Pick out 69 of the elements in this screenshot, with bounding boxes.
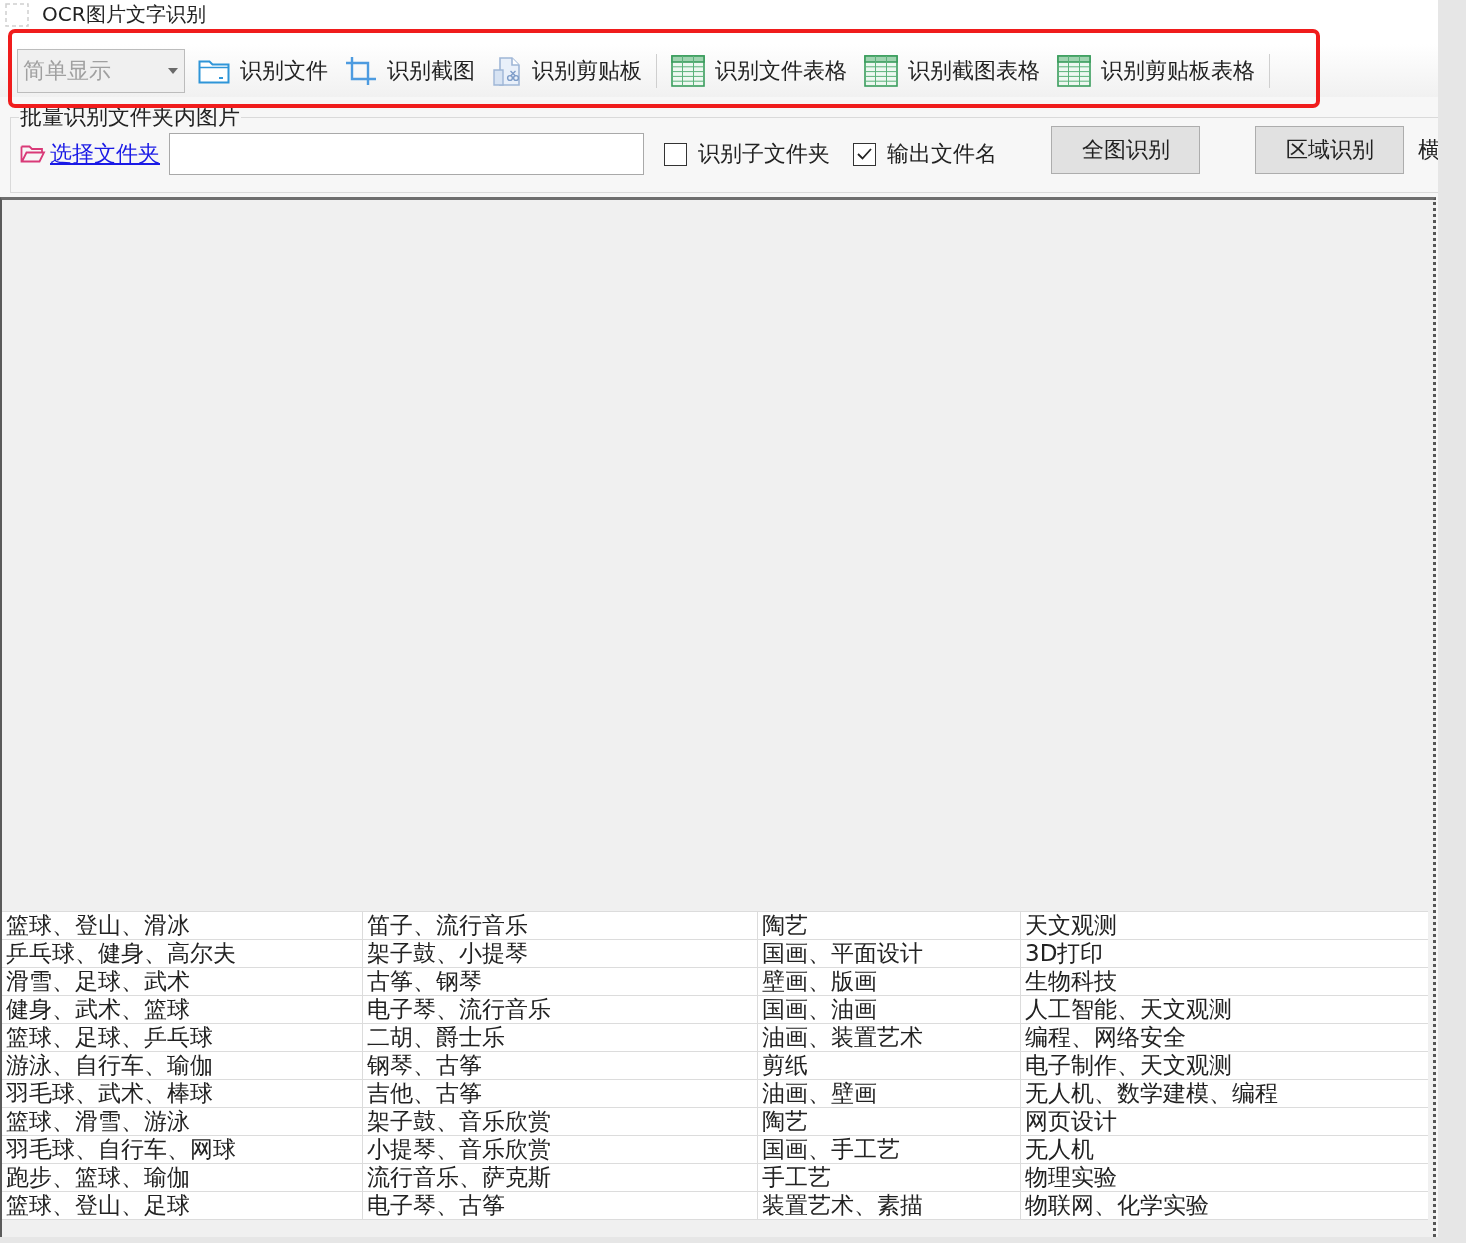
table-cell: 陶艺: [758, 912, 1021, 939]
checkbox-label[interactable]: 识别子文件夹: [698, 139, 830, 169]
table-cell: 乒乓球、健身、高尔夫: [2, 940, 363, 967]
checkbox[interactable]: [853, 142, 876, 166]
table-cell: 电子琴、流行音乐: [363, 996, 758, 1023]
table-icon: [1057, 54, 1091, 87]
table-cell: 电子琴、古筝: [363, 1192, 758, 1219]
table-cell-text: 无人机: [1024, 1136, 1095, 1163]
table-cell: 装置艺术、素描: [758, 1192, 1021, 1219]
table-cell: 跑步、篮球、瑜伽: [2, 1164, 363, 1191]
table-cell: 篮球、足球、乒乓球: [2, 1024, 363, 1051]
document-scissors-icon: [492, 55, 522, 86]
table-cell: 油画、装置艺术: [758, 1024, 1021, 1051]
table-cell: 架子鼓、音乐欣赏: [363, 1108, 758, 1135]
toolbar-button[interactable]: 识别文件表格: [663, 48, 855, 93]
crop-icon: [345, 55, 377, 86]
select-folder-link[interactable]: 选择文件夹: [20, 139, 160, 169]
table-cell: 羽毛球、自行车、网球: [2, 1136, 363, 1163]
table-cell: 吉他、古筝: [363, 1080, 758, 1107]
table-cell: 架子鼓、小提琴: [363, 940, 758, 967]
table-cell-text: 物理实验: [1024, 1164, 1118, 1191]
table-cell: 油画、壁画: [758, 1080, 1021, 1107]
folder-icon: [20, 144, 46, 164]
toolbar-button[interactable]: 识别剪贴板表格: [1049, 48, 1263, 93]
table-cell: 国画、油画: [758, 996, 1021, 1023]
toolbar-button[interactable]: 识别截图: [337, 48, 483, 93]
table-cell: 壁画、版画: [758, 968, 1021, 995]
table-cell-text: 网页设计: [1024, 1108, 1118, 1135]
table-cell: 滑雪、足球、武术: [2, 968, 363, 995]
table-icon: [864, 54, 898, 87]
table-cell-text: 生物科技: [1024, 968, 1118, 995]
table-cell: 陶艺: [758, 1108, 1021, 1135]
checkbox-label[interactable]: 输出文件名: [887, 139, 997, 169]
table-cell-text: 3D打印: [1024, 940, 1105, 967]
table-cell: 游泳、自行车、瑜伽: [2, 1052, 363, 1079]
table-cell: 笛子、流行音乐: [363, 912, 758, 939]
table-cell: 小提琴、音乐欣赏: [363, 1136, 758, 1163]
table-cell-text: 电子制作、天文观测: [1024, 1052, 1233, 1079]
toolbar-button[interactable]: 识别截图表格: [856, 48, 1048, 93]
toolbar-button[interactable]: 识别文件: [190, 48, 336, 93]
checkbox[interactable]: [664, 142, 687, 166]
table-cell: 健身、武术、篮球: [2, 996, 363, 1023]
table-icon: [671, 54, 705, 87]
table-cell: 流行音乐、萨克斯: [363, 1164, 758, 1191]
table-cell: 篮球、滑雪、游泳: [2, 1108, 363, 1135]
action-button[interactable]: 全图识别: [1051, 126, 1200, 174]
checkmark-icon: [857, 148, 872, 160]
table-cell: 篮球、登山、足球: [2, 1192, 363, 1219]
table-cell-text: 人工智能、天文观测: [1024, 996, 1233, 1023]
caret-icon: [168, 67, 178, 74]
table-cell: 国画、平面设计: [758, 940, 1021, 967]
folder-path-field[interactable]: [169, 133, 644, 175]
toolbar-button[interactable]: 识别剪贴板: [484, 48, 650, 93]
table-cell: 国画、手工艺: [758, 1136, 1021, 1163]
window-title: OCR图片文字识别: [42, 2, 206, 26]
table-cell-text: 物联网、化学实验: [1024, 1192, 1210, 1219]
table-cell: 羽毛球、武术、棒球: [2, 1080, 363, 1107]
cut-off-label: 横: [1418, 136, 1440, 164]
table-cell: 二胡、爵士乐: [363, 1024, 758, 1051]
action-button[interactable]: 区域识别: [1255, 126, 1404, 174]
table-cell: 剪纸: [758, 1052, 1021, 1079]
table-cell: 钢琴、古筝: [363, 1052, 758, 1079]
table-cell-text: 无人机、数学建模、编程: [1024, 1080, 1279, 1107]
table-cell: 篮球、登山、滑冰: [2, 912, 363, 939]
table-cell-text: 天文观测: [1024, 912, 1118, 939]
table-cell-text: 编程、网络安全: [1024, 1024, 1187, 1051]
table-cell: 古筝、钢琴: [363, 968, 758, 995]
app-icon: [5, 3, 29, 27]
table-cell: 手工艺: [758, 1164, 1021, 1191]
